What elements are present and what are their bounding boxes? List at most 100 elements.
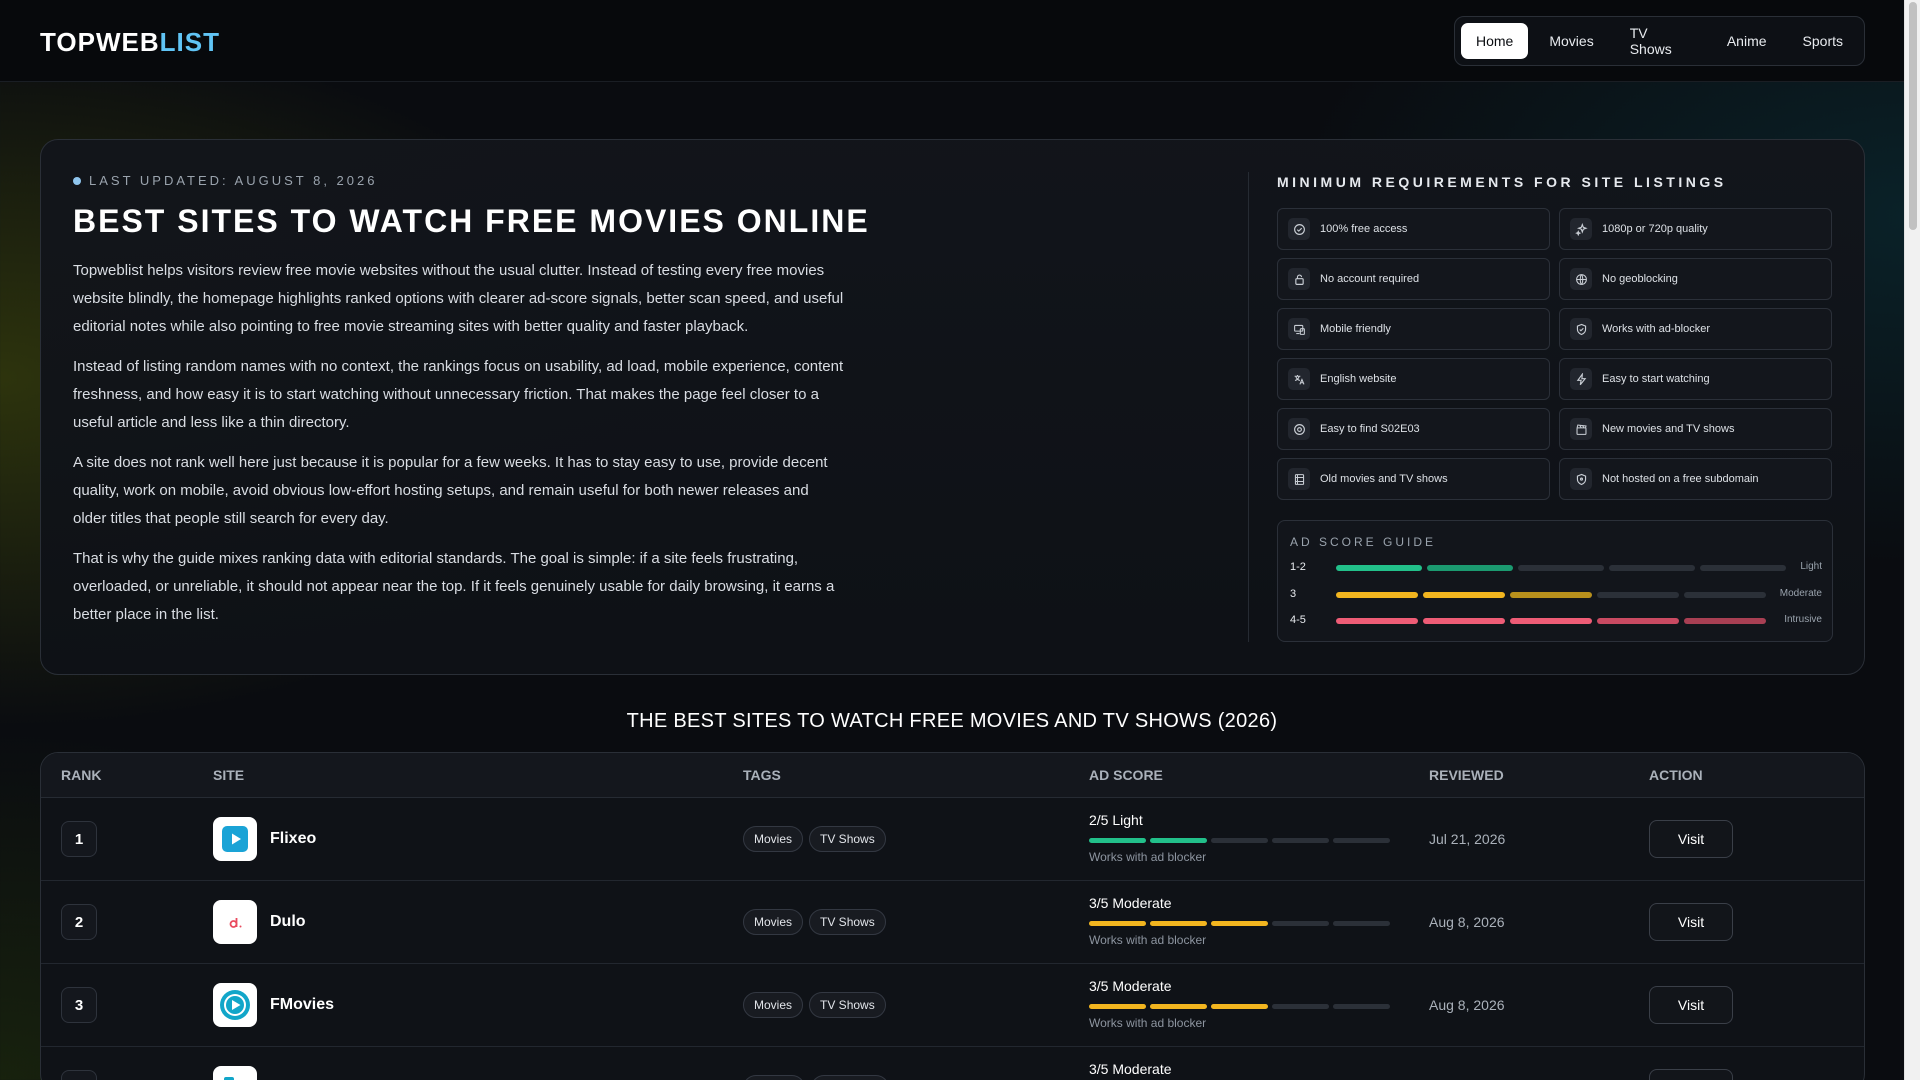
ad-guide-segment	[1510, 592, 1592, 598]
film-icon	[1288, 468, 1310, 490]
nav-home[interactable]: Home	[1461, 23, 1529, 59]
ad-guide-tag: Light	[1800, 561, 1822, 572]
tag: TV Shows	[809, 826, 886, 852]
site-name[interactable]: Flixeo	[270, 830, 316, 848]
visit-button[interactable]: Visit	[1649, 820, 1733, 858]
scrollbar-thumb[interactable]	[1909, 2, 1917, 230]
play-square-icon[interactable]	[213, 817, 257, 861]
requirement-item: Easy to start watching	[1559, 358, 1832, 400]
reviewed-date: Aug 8, 2026	[1429, 914, 1505, 930]
play-circle-icon[interactable]	[213, 983, 257, 1027]
ad-score-segment	[1272, 838, 1329, 843]
visit-button[interactable]	[1649, 1069, 1733, 1080]
ad-guide-title: AD SCORE GUIDE	[1290, 535, 1437, 549]
requirement-label: Old movies and TV shows	[1320, 473, 1448, 485]
ad-guide-segment	[1518, 565, 1604, 571]
ad-guide-range: 3	[1290, 588, 1297, 600]
requirement-label: English website	[1320, 373, 1397, 385]
requirement-item: Old movies and TV shows	[1277, 458, 1550, 500]
ad-score-segment	[1333, 921, 1390, 926]
rank-badge: 1	[61, 821, 97, 857]
ad-score-guide: AD SCORE GUIDE 1-2 Light 3 Moderate 4-5 …	[1277, 520, 1833, 642]
ad-guide-bar	[1336, 565, 1786, 571]
top-bar: TOPWEBLIST Home Movies TV Shows Anime Sp…	[0, 0, 1904, 82]
ad-score-segment	[1211, 1004, 1268, 1009]
requirement-item: No geoblocking	[1559, 258, 1832, 300]
dulo-logo-icon[interactable]	[213, 900, 257, 944]
nav-anime[interactable]: Anime	[1712, 23, 1782, 59]
table-row: 2 Dulo Movies TV Shows 3/5 Moderate Work…	[41, 881, 1864, 964]
table-header: RANK SITE TAGS AD SCORE REVIEWED ACTION	[41, 753, 1864, 798]
table-row: 3 FMovies Movies TV Shows 3/5 Moderate W…	[41, 964, 1864, 1047]
site-name[interactable]: Dulo	[270, 913, 306, 931]
site-logo[interactable]: TOPWEBLIST	[40, 27, 220, 58]
visit-button[interactable]: Visit	[1649, 986, 1733, 1024]
section-title: THE BEST SITES TO WATCH FREE MOVIES AND …	[626, 710, 1278, 732]
rank-badge: 3	[61, 987, 97, 1023]
ad-score-segment	[1211, 921, 1268, 926]
vertical-scrollbar[interactable]	[1904, 0, 1920, 1080]
sparkle-icon	[1570, 218, 1592, 240]
nav-tv-shows[interactable]: TV Shows	[1615, 23, 1706, 59]
main-nav: Home Movies TV Shows Anime Sports	[1454, 16, 1865, 66]
ad-guide-segment	[1609, 565, 1695, 571]
ad-guide-segment	[1684, 592, 1766, 598]
divider	[1248, 172, 1249, 642]
column-header-tags: TAGS	[743, 767, 781, 783]
intro-paragraph: That is why the guide mixes ranking data…	[73, 550, 835, 623]
page-title: BEST SITES TO WATCH FREE MOVIES ONLINE	[73, 203, 870, 239]
ad-score-note: Works with ad blocker	[1089, 850, 1207, 864]
last-updated-text: LAST UPDATED: AUGUST 8, 2026	[89, 173, 378, 188]
clapperboard-icon	[1570, 418, 1592, 440]
tag: TV Shows	[809, 992, 886, 1018]
ad-guide-segment	[1684, 618, 1766, 624]
column-header-rank: RANK	[61, 767, 102, 783]
ad-guide-segment	[1597, 592, 1679, 598]
ad-guide-range: 1-2	[1290, 561, 1306, 573]
table-row: 1 Flixeo Movies TV Shows 2/5 Light Works…	[41, 798, 1864, 881]
intro-paragraph: Topweblist helps visitors review free mo…	[73, 262, 844, 335]
requirement-label: New movies and TV shows	[1602, 423, 1735, 435]
ad-guide-segment	[1427, 565, 1513, 571]
requirement-item: English website	[1277, 358, 1550, 400]
ad-guide-tag: Intrusive	[1784, 614, 1822, 625]
requirements-title: MINIMUM REQUIREMENTS FOR SITE LISTINGS	[1277, 174, 1727, 190]
tag: Movies	[743, 992, 804, 1018]
requirement-item: Easy to find S02E03	[1277, 408, 1550, 450]
visit-button[interactable]: Visit	[1649, 903, 1733, 941]
ad-guide-bar	[1336, 592, 1766, 598]
nav-sports[interactable]: Sports	[1788, 23, 1858, 59]
ad-guide-row: 1-2 Light	[1290, 561, 1822, 575]
last-updated: LAST UPDATED: AUGUST 8, 2026	[73, 173, 377, 188]
rank-badge	[61, 1070, 97, 1080]
ad-guide-segment	[1423, 592, 1505, 598]
column-header-action: ACTION	[1649, 767, 1703, 783]
ad-score-segment	[1089, 1004, 1146, 1009]
nav-movies[interactable]: Movies	[1534, 23, 1608, 59]
logo-text: TOPWEB	[40, 27, 160, 57]
ad-guide-segment	[1510, 618, 1592, 624]
ad-score-bar	[1089, 1004, 1390, 1009]
tag: Movies	[743, 909, 804, 935]
ad-guide-row: 3 Moderate	[1290, 588, 1822, 602]
partial-logo-icon[interactable]	[213, 1066, 257, 1080]
requirement-label: 1080p or 720p quality	[1602, 223, 1708, 235]
tag-list	[743, 1075, 889, 1080]
requirement-label: Works with ad-blocker	[1602, 323, 1710, 335]
tag-list: Movies TV Shows	[743, 909, 886, 935]
language-icon	[1288, 368, 1310, 390]
ad-guide-bar	[1336, 618, 1766, 624]
ad-score-segment	[1150, 921, 1207, 926]
ad-guide-row: 4-5 Intrusive	[1290, 614, 1822, 628]
intro-paragraph: A site does not rank well here just beca…	[73, 454, 828, 527]
shield-check-icon	[1570, 318, 1592, 340]
requirement-label: Easy to find S02E03	[1320, 423, 1420, 435]
globe-icon	[1570, 268, 1592, 290]
target-icon	[1288, 418, 1310, 440]
site-name[interactable]: FMovies	[270, 996, 334, 1014]
ad-score-segment	[1272, 1004, 1329, 1009]
tag	[811, 1075, 889, 1080]
shield-icon	[1570, 468, 1592, 490]
ad-score-segment	[1089, 838, 1146, 843]
ad-score-note: Works with ad blocker	[1089, 1016, 1207, 1030]
